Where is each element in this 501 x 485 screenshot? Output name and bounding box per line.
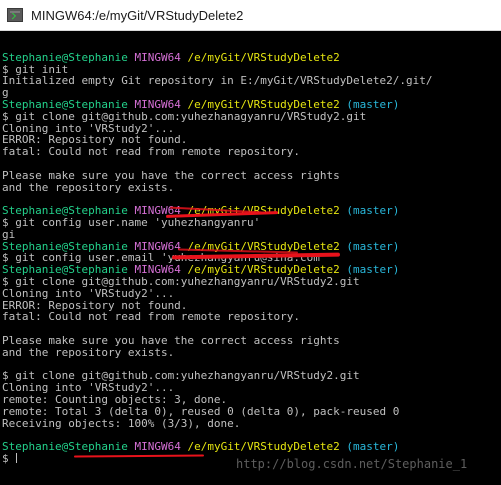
- output-text: Cloning into 'VRStudy2'...: [2, 122, 175, 135]
- prompt-env: MINGW64: [134, 98, 181, 111]
- output-line: ERROR: Repository not found.: [2, 134, 499, 146]
- prompt-line: Stephanie@Stephanie MINGW64 /e/myGit/VRS…: [2, 52, 499, 64]
- command-line: $ git clone git@github.com:yuhezhangyanr…: [2, 370, 499, 382]
- prompt-branch: (master): [346, 441, 400, 453]
- prompt-user: Stephanie@Stephanie: [2, 98, 128, 111]
- output-line: and the repository exists.: [2, 347, 499, 359]
- prompt-path: /e/myGit/VRStudyDelete2: [187, 264, 340, 276]
- command-line: $ git clone git@github.com:yuhezhangyanr…: [2, 276, 499, 288]
- output-text: ERROR: Repository not found.: [2, 299, 188, 312]
- output-line: Cloning into 'VRStudy2'...: [2, 382, 499, 394]
- command-text: $: [2, 452, 16, 465]
- text-cursor: [16, 452, 18, 463]
- command-text: $ git clone git@github.com:yuhezhangyanr…: [2, 370, 360, 383]
- output-text: and the repository exists.: [2, 346, 175, 359]
- output-text: and the repository exists.: [2, 181, 175, 194]
- prompt-branch: (master): [346, 240, 400, 253]
- terminal-icon: [7, 8, 23, 22]
- output-line: remote: Total 3 (delta 0), reused 0 (del…: [2, 406, 499, 418]
- output-line: Cloning into 'VRStudy2'...: [2, 288, 499, 300]
- output-line: fatal: Could not read from remote reposi…: [2, 311, 499, 323]
- output-text: Please make sure you have the correct ac…: [2, 169, 340, 182]
- prompt-line: Stephanie@Stephanie MINGW64 /e/myGit/VRS…: [2, 264, 499, 276]
- prompt-env: MINGW64: [134, 240, 181, 253]
- prompt-line: Stephanie@Stephanie MINGW64 /e/myGit/VRS…: [2, 99, 499, 111]
- prompt-user: Stephanie@Stephanie: [2, 51, 128, 64]
- prompt-env: MINGW64: [134, 441, 181, 453]
- output-line: Please make sure you have the correct ac…: [2, 335, 499, 347]
- prompt-env: MINGW64: [134, 264, 181, 276]
- output-text: remote: Total 3 (delta 0), reused 0 (del…: [2, 405, 400, 418]
- command-text: $ git config user.name 'yuhezhangyanru': [2, 216, 261, 229]
- output-text: remote: Counting objects: 3, done.: [2, 393, 228, 406]
- output-text: Please make sure you have the correct ac…: [2, 334, 340, 347]
- output-line: g: [2, 87, 499, 99]
- output-line: Cloning into 'VRStudy2'...: [2, 123, 499, 135]
- prompt-env: MINGW64: [134, 51, 181, 64]
- prompt-path: /e/myGit/VRStudyDelete2: [187, 441, 340, 453]
- prompt-branch: (master): [346, 205, 400, 217]
- output-text: gi: [2, 228, 16, 241]
- prompt-branch: (master): [346, 264, 400, 276]
- output-text: fatal: Could not read from remote reposi…: [2, 311, 301, 324]
- prompt-path: /e/myGit/VRStudyDelete2: [187, 51, 340, 64]
- command-line: $ git config user.name 'yuhezhangyanru': [2, 217, 499, 229]
- output-line: and the repository exists.: [2, 182, 499, 194]
- output-line: Initialized empty Git repository in E:/m…: [2, 75, 499, 87]
- window-title: MINGW64:/e/myGit/VRStudyDelete2: [31, 7, 244, 23]
- command-line: $ git init: [2, 64, 499, 76]
- prompt-path: /e/myGit/VRStudyDelete2: [187, 98, 340, 111]
- output-line: remote: Counting objects: 3, done.: [2, 394, 499, 406]
- output-text: Receiving objects: 100% (3/3), done.: [2, 417, 241, 430]
- prompt-user: Stephanie@Stephanie: [2, 240, 128, 253]
- command-text: $ git init: [2, 63, 69, 76]
- output-line: fatal: Could not read from remote reposi…: [2, 146, 499, 158]
- command-text: $ git clone git@github.com:yuhezhanagyan…: [2, 110, 367, 123]
- prompt-user: Stephanie@Stephanie: [2, 441, 128, 453]
- output-line: Please make sure you have the correct ac…: [2, 170, 499, 182]
- output-line: ERROR: Repository not found.: [2, 300, 499, 312]
- command-text: $ git clone git@github.com:yuhezhangyanr…: [2, 275, 360, 288]
- prompt-branch: (master): [346, 98, 400, 111]
- output-text: ERROR: Repository not found.: [2, 134, 188, 147]
- output-text: fatal: Could not read from remote reposi…: [2, 146, 301, 158]
- output-line: gi: [2, 229, 499, 241]
- output-text: Cloning into 'VRStudy2'...: [2, 382, 175, 394]
- prompt-user: Stephanie@Stephanie: [2, 264, 128, 276]
- output-line: Receiving objects: 100% (3/3), done.: [2, 418, 499, 430]
- watermark: http://blog.csdn.net/Stephanie_1: [236, 457, 468, 471]
- window-titlebar[interactable]: MINGW64:/e/myGit/VRStudyDelete2: [0, 0, 501, 31]
- output-text: g: [2, 87, 9, 99]
- prompt-line: Stephanie@Stephanie MINGW64 /e/myGit/VRS…: [2, 441, 499, 453]
- command-line: $ git clone git@github.com:yuhezhanagyan…: [2, 111, 499, 123]
- prompt-user: Stephanie@Stephanie: [2, 205, 128, 217]
- output-text: Initialized empty Git repository in E:/m…: [2, 75, 433, 88]
- output-text: Cloning into 'VRStudy2'...: [2, 287, 175, 300]
